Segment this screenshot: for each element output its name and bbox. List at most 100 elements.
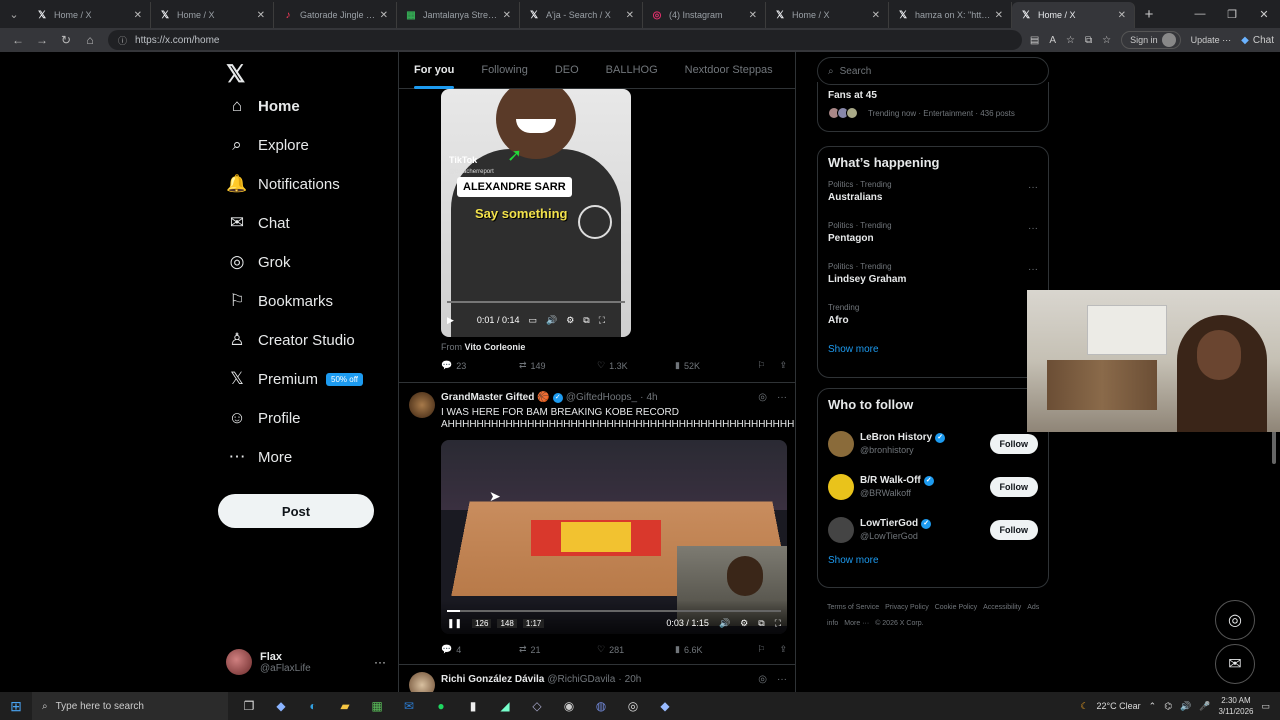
app-icon[interactable]: ◆ [654,695,676,717]
outlook-icon[interactable]: ✉ [398,695,420,717]
video-progress-bar[interactable] [447,610,781,612]
calculator-icon[interactable]: ▦ [366,695,388,717]
fullscreen-icon[interactable]: ⛶ [599,315,605,326]
clock[interactable]: 2:30 AM 3/11/2026 [1218,695,1253,717]
weather-text[interactable]: 22°C Clear [1097,701,1141,711]
play-icon[interactable]: ▶ [447,315,454,326]
obs-icon[interactable]: ◎ [622,695,644,717]
spotify-icon[interactable]: ● [430,695,452,717]
follow-button[interactable]: Follow [989,476,1038,497]
more-dots-icon[interactable]: ··· [777,392,787,403]
share-icon[interactable]: ⇪ [779,360,787,371]
tab-ballhog[interactable]: BALLHOG [606,52,658,89]
nav-item-more[interactable]: ⋯ More [226,443,293,471]
views-button[interactable]: ▮ 6.6K [675,644,753,655]
browser-tab[interactable]: ▦ Jamtalanya Stream - W ✕ [397,2,520,28]
volume-icon[interactable]: 🔊 [719,618,730,629]
tab-deo[interactable]: DEO [555,52,579,89]
pip-icon[interactable]: ⧉ [583,315,589,326]
repost-button[interactable]: ⇄ 21 [519,644,597,655]
browser-tab[interactable]: 𝕏 Home / X ✕ [28,2,151,28]
footer-link[interactable]: Privacy Policy [885,604,929,611]
more-dots-icon[interactable]: ··· [777,674,787,685]
tweet-video[interactable]: TikTok @bleacherreport ➚ ALEXANDRE SARR … [441,89,631,337]
browser-tab[interactable]: 𝕏 Home / X ✕ [766,2,889,28]
close-tab-icon[interactable]: ✕ [134,10,142,21]
mic-icon[interactable]: 🎤 [1199,701,1210,712]
taskbar-search-input[interactable]: ⌕ Type here to search [32,692,228,720]
app-icon[interactable]: ◇ [526,695,548,717]
minimize-icon[interactable]: — [1184,8,1216,21]
maximize-icon[interactable]: ❐ [1216,8,1248,21]
follow-suggestion[interactable]: LowTierGod ✓ @LowTierGod Follow [828,508,1038,551]
trend-item[interactable]: Politics · Trending Lindsey Graham ··· [828,262,1038,303]
show-more-link[interactable]: Show more [828,555,1038,566]
footer-link[interactable]: Terms of Service [827,604,879,611]
file-explorer-icon[interactable]: ▰ [334,695,356,717]
tab-for-you[interactable]: For you [414,52,455,89]
bookmark-icon[interactable]: ⚐ [757,644,765,655]
home-browser-icon[interactable]: ⌂ [78,33,102,47]
settings-icon[interactable]: ⚙ [740,618,748,629]
footer-link[interactable]: More ··· [844,620,869,627]
back-icon[interactable]: ← [6,33,30,47]
trend-card[interactable]: Fans at 45 Trending now · Entertainment … [817,82,1049,132]
volume-icon[interactable]: 🔊 [546,315,557,326]
tweet-time[interactable]: 20h [625,674,642,685]
close-tab-icon[interactable]: ✕ [749,10,757,21]
browser-tab[interactable]: 𝕏 A'ja - Search / X ✕ [520,2,643,28]
close-window-icon[interactable]: ✕ [1248,8,1280,21]
app-icon[interactable]: ◉ [558,695,580,717]
close-tab-icon[interactable]: ✕ [380,10,388,21]
site-info-icon[interactable]: ⓘ [118,34,127,47]
read-aloud-icon[interactable]: A [1049,35,1056,46]
close-tab-icon[interactable]: ✕ [503,10,511,21]
show-more-link[interactable]: Show more [828,344,1038,355]
grok-icon[interactable]: ◎ [758,674,767,685]
messages-fab-button[interactable]: ✉ [1215,644,1255,684]
reload-icon[interactable]: ↻ [54,33,78,47]
bookmark-icon[interactable]: ⚐ [757,360,765,371]
browser-tab[interactable]: ◎ (4) Instagram ✕ [643,2,766,28]
follow-button[interactable]: Follow [989,519,1038,540]
from-name[interactable]: Vito Corleonie [465,342,526,352]
nav-item-explore[interactable]: ⌕ Explore [226,131,309,159]
tweet-video[interactable]: ❚❚ 126 148 1:17 0:03 / 1:15 🔊 ⚙ ⧉ ⛶ [441,440,787,634]
nav-item-grok[interactable]: ◎ Grok [226,248,291,276]
footer-link[interactable]: © 2026 X Corp. [875,620,923,627]
tweet-author-name[interactable]: GrandMaster Gifted [441,392,534,403]
reply-button[interactable]: 💬 23 [441,360,519,371]
copilot-icon[interactable]: ◆ [270,695,292,717]
edge-icon[interactable]: ◐ [302,695,324,717]
browser-tab[interactable]: 𝕏 Home / X ✕ [1012,2,1135,28]
grok-fab-button[interactable]: ◎ [1215,600,1255,640]
favorite-icon[interactable]: ☆ [1066,35,1075,46]
notepad-icon[interactable]: ▮ [462,695,484,717]
reply-button[interactable]: 💬 4 [441,644,519,655]
close-tab-icon[interactable]: ✕ [872,10,880,21]
like-button[interactable]: ♡ 1.3K [597,360,675,371]
x-logo-icon[interactable]: 𝕏 [226,60,245,89]
follow-suggestion[interactable]: B/R Walk-Off ✓ @BRWalkoff Follow [828,465,1038,508]
share-icon[interactable]: ⇪ [779,644,787,655]
notifications-icon[interactable]: ▭ [1261,701,1270,712]
task-view-icon[interactable]: ❐ [238,695,260,717]
captions-icon[interactable]: ▭ [528,315,537,326]
tweet-time[interactable]: 4h [646,392,657,403]
tweet-author-handle[interactable]: @GiftedHoops_ [566,392,637,403]
browser-tab[interactable]: 𝕏hamza on X: "https://t.c ✕ [889,2,1012,28]
extensions-icon[interactable]: ⧉ [1085,35,1092,46]
more-dots-icon[interactable]: ··· [1028,264,1038,275]
tweet-author-handle[interactable]: @RichiGDavila [547,674,615,685]
volume-icon[interactable]: 🔊 [1180,701,1191,712]
update-button[interactable]: Update ⋯ [1191,35,1232,46]
views-button[interactable]: ▮ 52K [675,360,753,371]
tweet-author-name[interactable]: Richi González Dávila [441,674,544,685]
browser-tab[interactable]: 𝕏 Home / X ✕ [151,2,274,28]
nav-item-bookmarks[interactable]: ⚐ Bookmarks [226,287,333,315]
forward-icon[interactable]: → [30,33,54,47]
nav-item-profile[interactable]: ☺ Profile [226,404,300,432]
nav-item-chat[interactable]: ✉ Chat [226,209,290,237]
grok-icon[interactable]: ◎ [758,392,767,403]
copilot-chat-button[interactable]: ◆ Chat [1241,35,1274,46]
